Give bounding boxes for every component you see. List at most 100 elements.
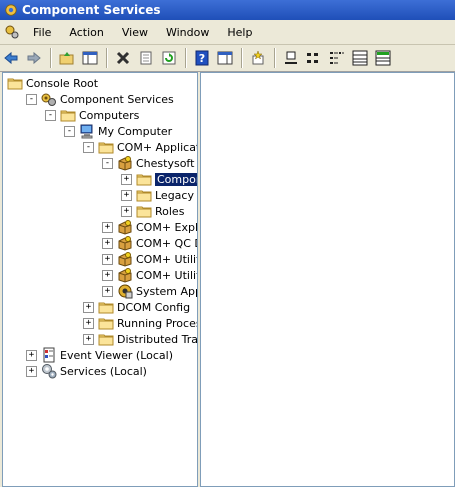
- system-package-icon: [117, 283, 133, 299]
- view-status-button[interactable]: [372, 47, 394, 69]
- tree-item[interactable]: + Legacy Components: [121, 187, 197, 203]
- menu-file[interactable]: File: [24, 26, 60, 39]
- back-arrow-icon: [4, 51, 18, 65]
- event-viewer-icon: [41, 347, 57, 363]
- tree-item-label: Event Viewer (Local): [60, 348, 173, 362]
- menu-view[interactable]: View: [113, 26, 157, 39]
- tree-item[interactable]: + Components: [121, 171, 197, 187]
- expand-toggle[interactable]: +: [102, 237, 113, 249]
- small-icons-view-icon: [307, 53, 318, 63]
- view-large-icons-button[interactable]: [280, 47, 302, 69]
- tree-item-label: Components: [155, 172, 197, 186]
- tree-item[interactable]: + Running Processes: [83, 315, 197, 331]
- expand-toggle[interactable]: +: [83, 317, 94, 329]
- back-button[interactable]: [0, 47, 22, 69]
- show-hide-action-pane-button[interactable]: [214, 47, 236, 69]
- tree-item[interactable]: + Event Viewer (Local): [26, 347, 173, 363]
- expand-toggle[interactable]: +: [102, 285, 113, 297]
- expand-toggle[interactable]: +: [121, 173, 132, 185]
- menu-action[interactable]: Action: [60, 26, 112, 39]
- forward-arrow-icon: [27, 51, 41, 65]
- tree-item[interactable]: - COM+ Applications: [83, 139, 197, 155]
- services-icon: [41, 363, 57, 379]
- tree-item[interactable]: Console Root: [7, 75, 98, 91]
- expand-toggle[interactable]: +: [102, 269, 113, 281]
- collapse-toggle[interactable]: -: [102, 157, 113, 169]
- tree-item[interactable]: - Computers: [45, 107, 139, 123]
- help-icon: ?: [195, 50, 209, 66]
- folder-icon: [7, 75, 23, 91]
- expand-toggle[interactable]: +: [26, 365, 37, 377]
- show-hide-tree-button[interactable]: [79, 47, 101, 69]
- title-bar[interactable]: Component Services: [0, 0, 455, 20]
- tree-item[interactable]: + Services (Local): [26, 363, 147, 379]
- folder-icon: [136, 203, 152, 219]
- tree-item-label: COM+ QC Dead Letter Queue Listener: [136, 236, 197, 250]
- up-one-level-button[interactable]: [56, 47, 78, 69]
- tree-item-label: Distributed Transaction Coordinator: [117, 332, 198, 346]
- expand-toggle[interactable]: +: [83, 333, 94, 345]
- tree-item[interactable]: + DCOM Config: [83, 299, 190, 315]
- tree-item[interactable]: - Chestysoft: [102, 155, 194, 171]
- menu-help[interactable]: Help: [218, 26, 261, 39]
- computer-icon: [79, 123, 95, 139]
- menu-bar: File Action View Window Help: [0, 20, 455, 45]
- folder-icon: [98, 299, 114, 315]
- status-view-icon: [375, 50, 391, 66]
- view-list-button[interactable]: [326, 47, 348, 69]
- com-package-icon: [117, 219, 133, 235]
- view-detail-button[interactable]: [349, 47, 371, 69]
- tree-item[interactable]: + COM+ Explorer: [102, 219, 197, 235]
- results-pane[interactable]: [200, 72, 455, 487]
- tree-item[interactable]: + COM+ Utilities (32 bit): [102, 267, 197, 283]
- expand-toggle[interactable]: +: [102, 221, 113, 233]
- tree-item-label: Chestysoft: [136, 156, 195, 170]
- tree-item[interactable]: + COM+ Utilities: [102, 251, 197, 267]
- delete-button[interactable]: [112, 47, 134, 69]
- tree-item[interactable]: - Component Services: [26, 91, 174, 107]
- com-package-icon: [117, 235, 133, 251]
- refresh-icon: [162, 51, 176, 65]
- collapse-toggle[interactable]: -: [26, 93, 37, 105]
- com-package-icon: [117, 251, 133, 267]
- expand-toggle[interactable]: +: [102, 253, 113, 265]
- toolbar-separator: [274, 48, 276, 68]
- action-pane-icon: [217, 51, 233, 65]
- folder-icon: [60, 107, 76, 123]
- tree-item-label: COM+ Applications: [117, 140, 197, 154]
- tree-item[interactable]: - My Computer: [64, 123, 172, 139]
- toolbar-separator: [106, 48, 108, 68]
- tree-item[interactable]: + Roles: [121, 203, 184, 219]
- expand-toggle[interactable]: +: [83, 301, 94, 313]
- tree-item[interactable]: + System Application: [102, 283, 197, 299]
- tree-item[interactable]: + Distributed Transaction Coordinator: [83, 331, 198, 347]
- expand-toggle[interactable]: +: [121, 189, 132, 201]
- collapse-toggle[interactable]: -: [64, 125, 75, 137]
- view-small-icons-button[interactable]: [303, 47, 325, 69]
- svg-text:?: ?: [199, 52, 205, 65]
- new-item-button[interactable]: [247, 47, 269, 69]
- toolbar-separator: [241, 48, 243, 68]
- tree-item-label: COM+ Utilities (32 bit): [136, 268, 197, 282]
- refresh-button[interactable]: [158, 47, 180, 69]
- properties-button[interactable]: [135, 47, 157, 69]
- large-icons-view-icon: [285, 51, 297, 64]
- forward-button[interactable]: [23, 47, 45, 69]
- folder-icon: [98, 331, 114, 347]
- tree-item-label: Services (Local): [60, 364, 147, 378]
- expand-toggle[interactable]: +: [121, 205, 132, 217]
- expand-toggle[interactable]: +: [26, 349, 37, 361]
- tree-pane[interactable]: Console Root - Component Services - Computer…: [2, 72, 198, 487]
- help-button[interactable]: ?: [191, 47, 213, 69]
- collapse-toggle[interactable]: -: [83, 141, 94, 153]
- tree-item[interactable]: + COM+ QC Dead Letter Queue Listener: [102, 235, 197, 251]
- folder-icon: [136, 171, 152, 187]
- app-menu-icon[interactable]: [4, 24, 20, 40]
- folder-icon: [98, 315, 114, 331]
- delete-x-icon: [116, 51, 130, 65]
- collapse-toggle[interactable]: -: [45, 109, 56, 121]
- com-package-icon: [117, 267, 133, 283]
- folder-icon: [98, 139, 114, 155]
- tree-pane-icon: [82, 51, 98, 65]
- menu-window[interactable]: Window: [157, 26, 218, 39]
